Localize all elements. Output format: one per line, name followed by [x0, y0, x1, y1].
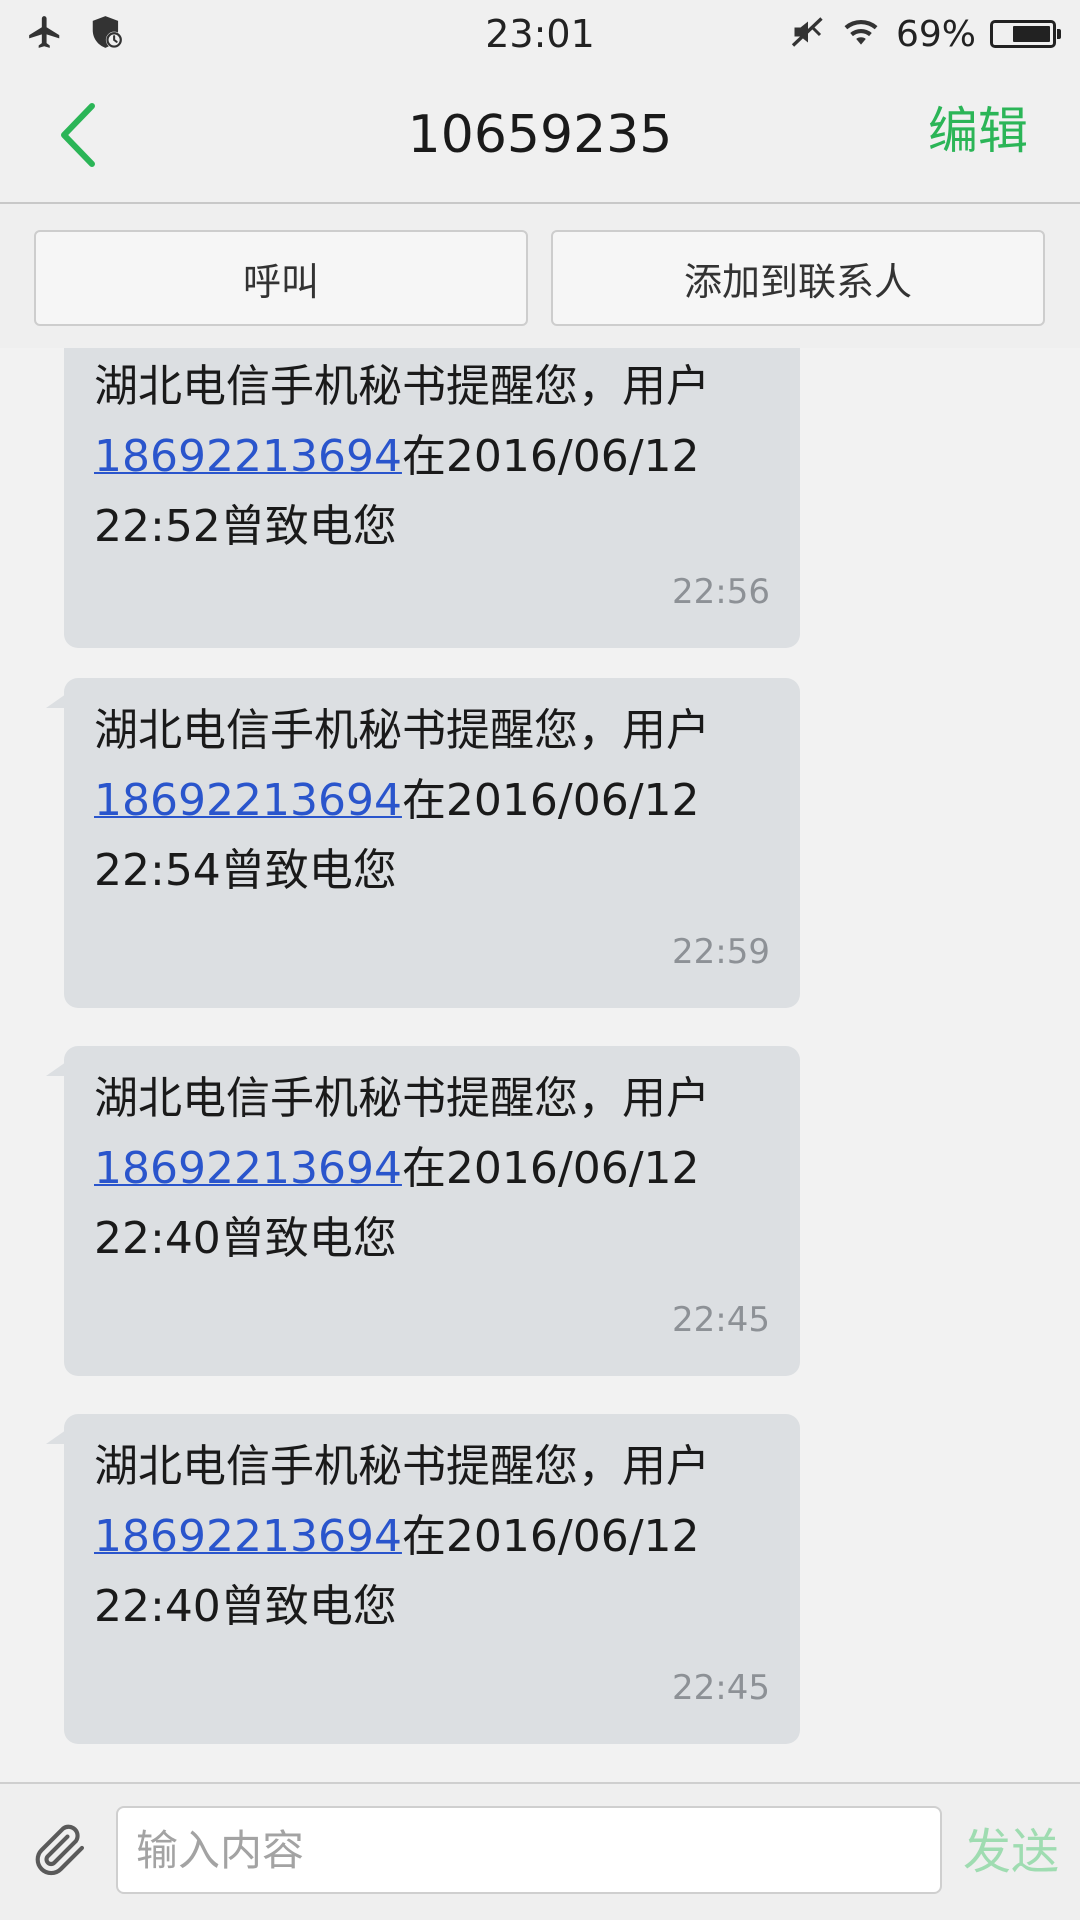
message-line: 18692213694在2016/06/12 — [94, 1134, 784, 1204]
message-line: 18692213694在2016/06/12 — [94, 1502, 784, 1572]
message-timestamp: 22:59 — [672, 932, 770, 972]
page-title: 10659235 — [407, 105, 673, 165]
message-bubble[interactable]: 湖北电信手机秘书提醒您，用户 18692213694在2016/06/12 22… — [46, 1414, 800, 1744]
status-bar: 23:01 69% — [0, 0, 1080, 68]
message-bubble[interactable]: 湖北电信手机秘书提醒您，用户 18692213694在2016/06/12 22… — [64, 348, 800, 648]
message-composer: 发送 — [0, 1782, 1080, 1920]
message-line: 18692213694在2016/06/12 — [94, 422, 784, 492]
message-line: 22:40曾致电您 — [94, 1581, 397, 1632]
message-bubble[interactable]: 湖北电信手机秘书提醒您，用户 18692213694在2016/06/12 22… — [46, 678, 800, 1008]
phone-number-link[interactable]: 18692213694 — [94, 775, 402, 826]
phone-number-link[interactable]: 18692213694 — [94, 431, 402, 482]
message-line: 湖北电信手机秘书提醒您，用户 — [94, 705, 710, 756]
message-line: 18692213694在2016/06/12 — [94, 766, 784, 836]
message-bubble[interactable]: 湖北电信手机秘书提醒您，用户 18692213694在2016/06/12 22… — [46, 1046, 800, 1376]
wifi-icon — [840, 13, 882, 55]
message-text: 湖北电信手机秘书提醒您，用户 18692213694在2016/06/12 22… — [94, 352, 784, 562]
message-text: 湖北电信手机秘书提醒您，用户 18692213694在2016/06/12 22… — [94, 1064, 784, 1274]
bubble-tail — [46, 1062, 66, 1076]
message-line: 22:40曾致电您 — [94, 1213, 397, 1264]
phone-number-link[interactable]: 18692213694 — [94, 1511, 402, 1562]
status-left-icons — [26, 12, 126, 56]
message-line: 22:54曾致电您 — [94, 845, 397, 896]
message-line: 22:52曾致电您 — [94, 501, 397, 552]
bubble-tail — [46, 694, 66, 708]
edit-button[interactable]: 编辑 — [928, 68, 1028, 194]
message-date-text: 在2016/06/12 — [401, 1511, 700, 1562]
paperclip-icon — [29, 1819, 91, 1885]
message-input[interactable] — [116, 1806, 942, 1894]
battery-icon — [990, 20, 1061, 48]
send-button[interactable]: 发送 — [956, 1802, 1066, 1902]
message-line: 湖北电信手机秘书提醒您，用户 — [94, 1073, 710, 1124]
message-line: 湖北电信手机秘书提醒您，用户 — [94, 361, 710, 412]
attach-button[interactable] — [20, 1812, 100, 1892]
airplane-icon — [26, 12, 64, 56]
battery-level-fill — [1012, 26, 1050, 42]
call-button[interactable]: 呼叫 — [34, 230, 528, 326]
message-text: 湖北电信手机秘书提醒您，用户 18692213694在2016/06/12 22… — [94, 1432, 784, 1642]
bubble-tail — [46, 1430, 66, 1444]
message-timestamp: 22:56 — [672, 572, 770, 612]
back-button[interactable] — [48, 102, 108, 172]
message-date-text: 在2016/06/12 — [401, 775, 700, 826]
contact-action-bar: 呼叫 添加到联系人 — [0, 204, 1080, 348]
battery-percentage: 69% — [895, 13, 976, 55]
message-line: 湖北电信手机秘书提醒您，用户 — [94, 1441, 710, 1492]
message-timestamp: 22:45 — [672, 1300, 770, 1340]
message-timestamp: 22:45 — [672, 1668, 770, 1708]
add-to-contacts-button[interactable]: 添加到联系人 — [551, 230, 1045, 326]
shield-clock-icon — [88, 12, 126, 56]
message-date-text: 在2016/06/12 — [401, 1143, 700, 1194]
message-list[interactable]: 湖北电信手机秘书提醒您，用户 18692213694在2016/06/12 22… — [0, 348, 1080, 1782]
title-bar: 10659235 编辑 — [0, 68, 1080, 204]
mute-icon — [790, 13, 826, 55]
phone-number-link[interactable]: 18692213694 — [94, 1143, 402, 1194]
message-text: 湖北电信手机秘书提醒您，用户 18692213694在2016/06/12 22… — [94, 696, 784, 906]
chevron-left-icon — [58, 102, 98, 172]
status-right-icons: 69% — [790, 12, 1061, 56]
message-date-text: 在2016/06/12 — [401, 431, 700, 482]
